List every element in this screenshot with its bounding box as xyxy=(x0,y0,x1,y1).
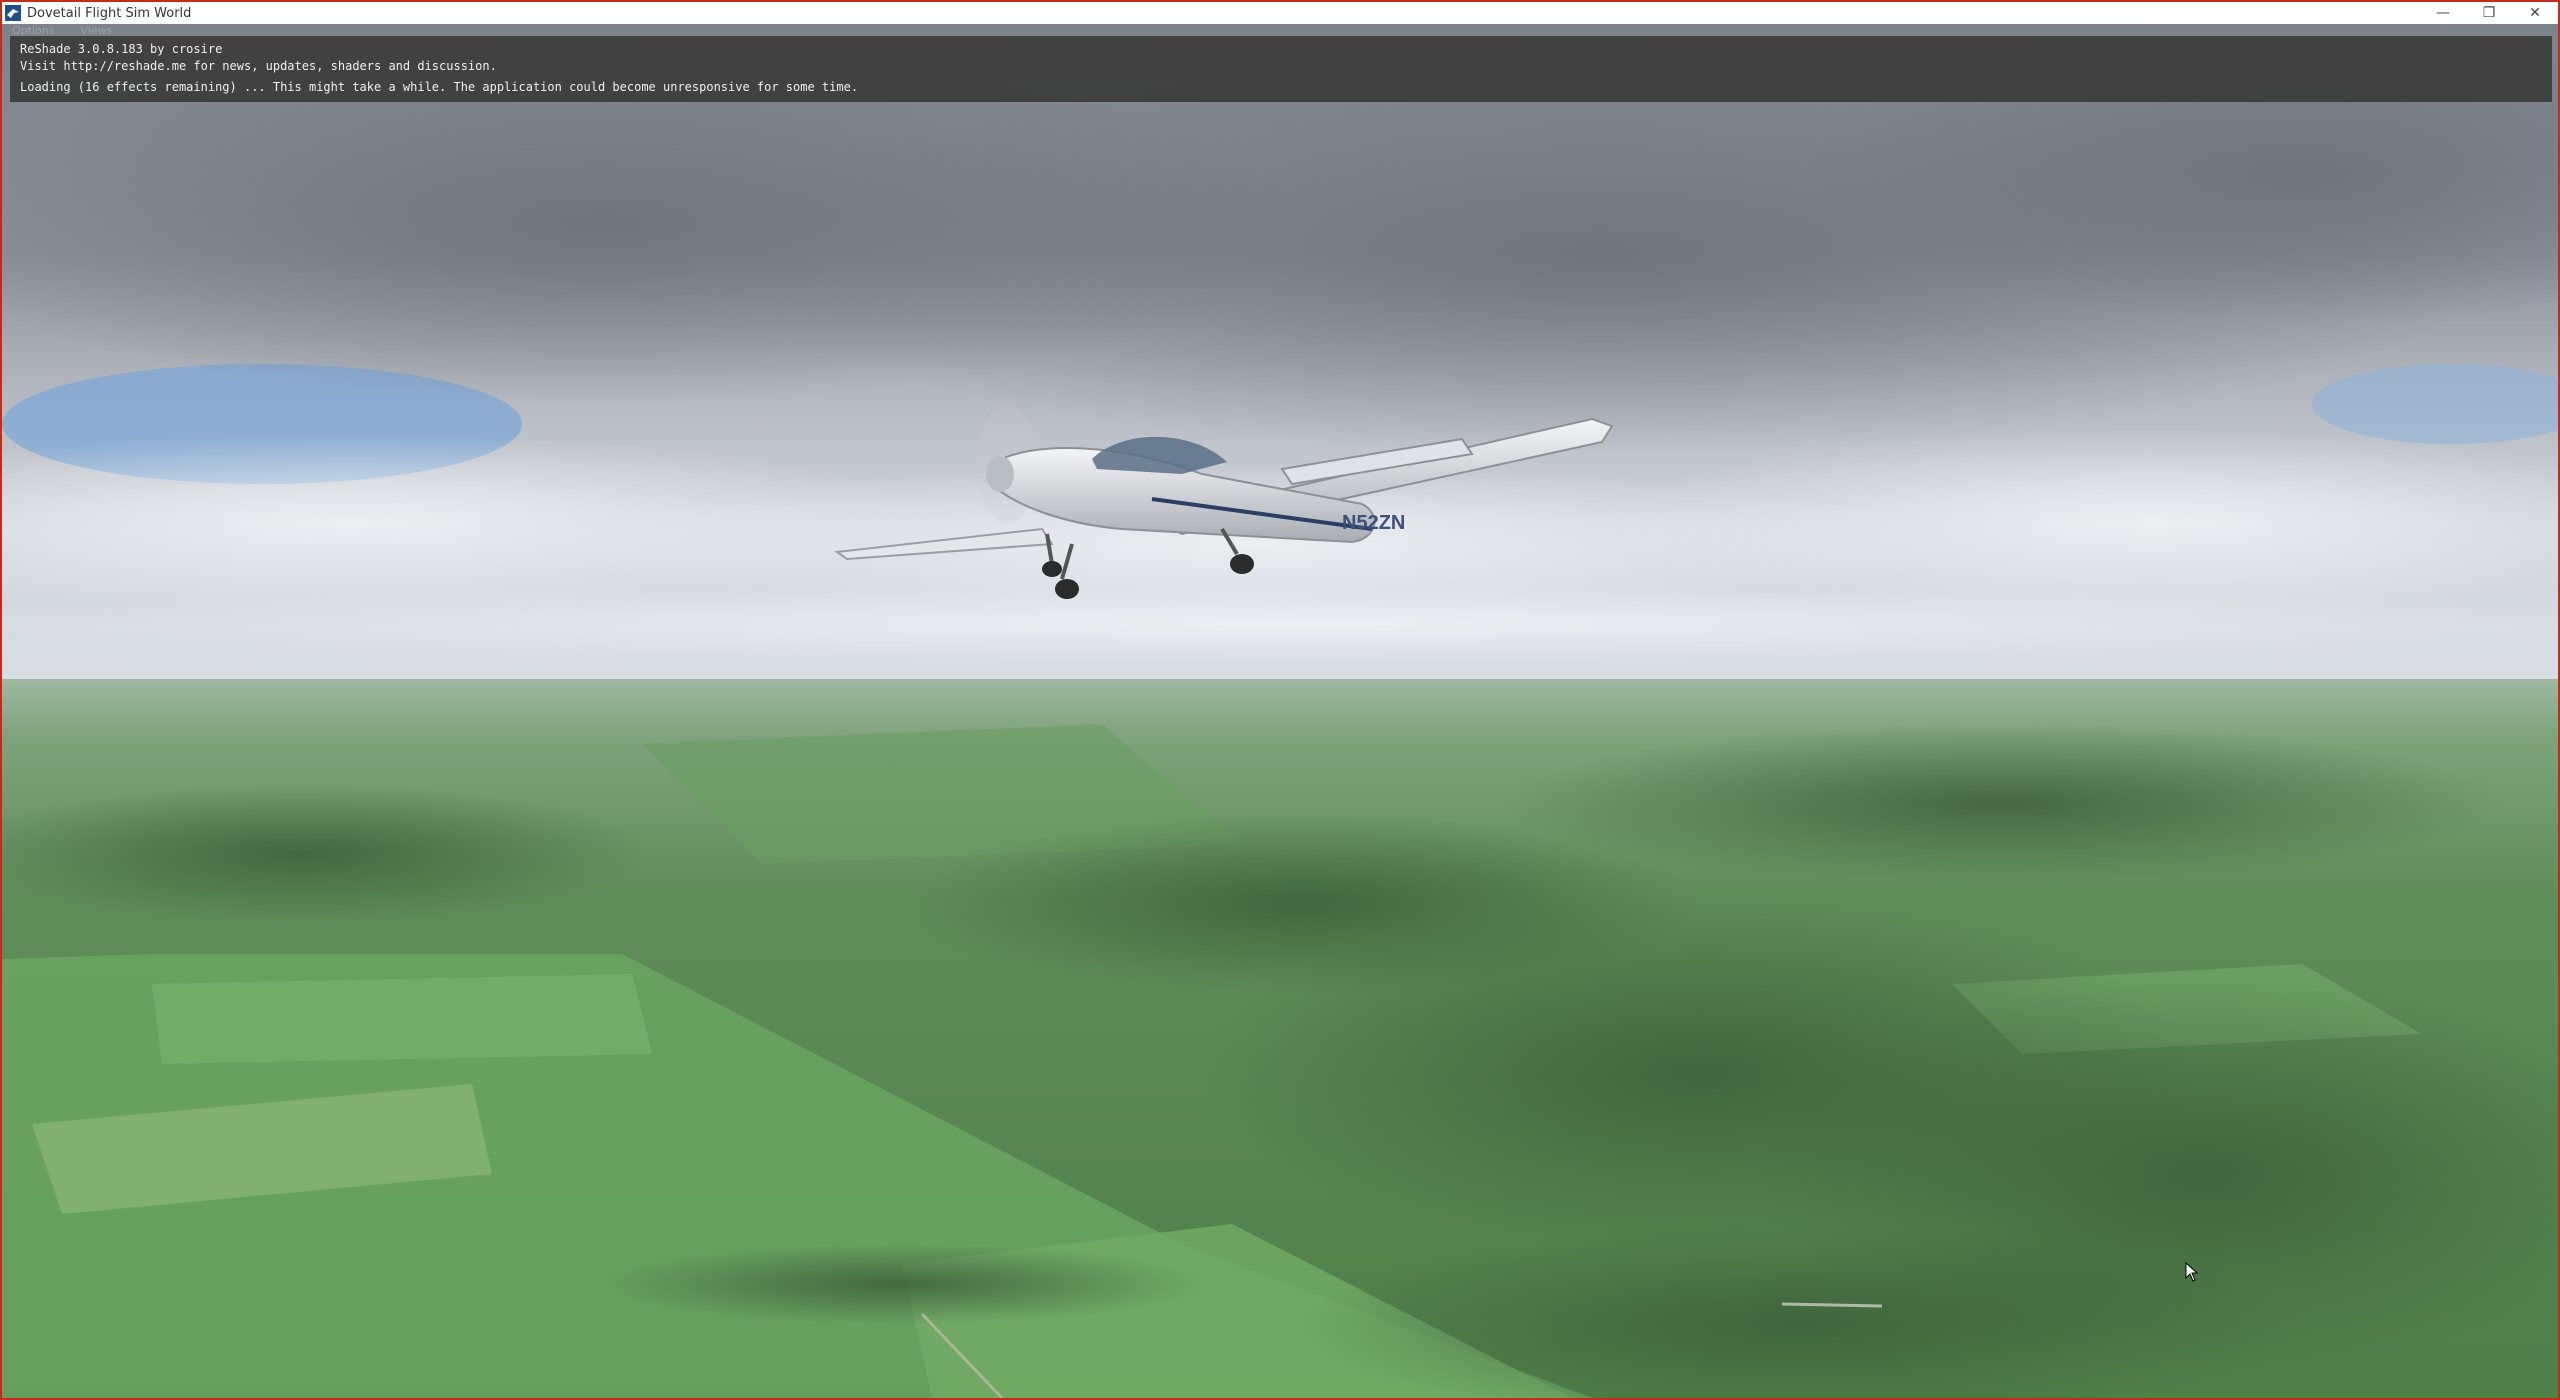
reshade-website-text: Visit http://reshade.me for news, update… xyxy=(20,59,497,73)
aircraft-registration: N52ZN xyxy=(1342,512,1405,534)
game-viewport[interactable]: N52ZN Options Views ReShade 3.0.8.183 by… xyxy=(2,24,2558,1398)
app-window: Dovetail Flight Sim World — ❐ ✕ N52ZN Op… xyxy=(0,0,2560,1400)
minimize-button[interactable]: — xyxy=(2420,2,2466,24)
title-bar[interactable]: Dovetail Flight Sim World — ❐ ✕ xyxy=(2,2,2558,24)
restore-button[interactable]: ❐ xyxy=(2466,2,2512,24)
reshade-overlay: ReShade 3.0.8.183 by crosire Visit http:… xyxy=(10,36,2552,102)
reshade-loading-text: Loading (16 effects remaining) ... This … xyxy=(20,80,859,94)
reshade-version-text: ReShade 3.0.8.183 by crosire xyxy=(20,42,223,56)
window-title: Dovetail Flight Sim World xyxy=(27,5,192,21)
close-button[interactable]: ✕ xyxy=(2512,2,2558,24)
menu-item-views[interactable]: Views xyxy=(80,24,112,38)
app-icon xyxy=(5,5,21,21)
mouse-cursor-icon xyxy=(2185,1262,2199,1282)
menu-bar: Options Views xyxy=(12,24,112,38)
flight-scene: N52ZN xyxy=(2,24,2558,1398)
menu-item-options[interactable]: Options xyxy=(12,24,54,38)
